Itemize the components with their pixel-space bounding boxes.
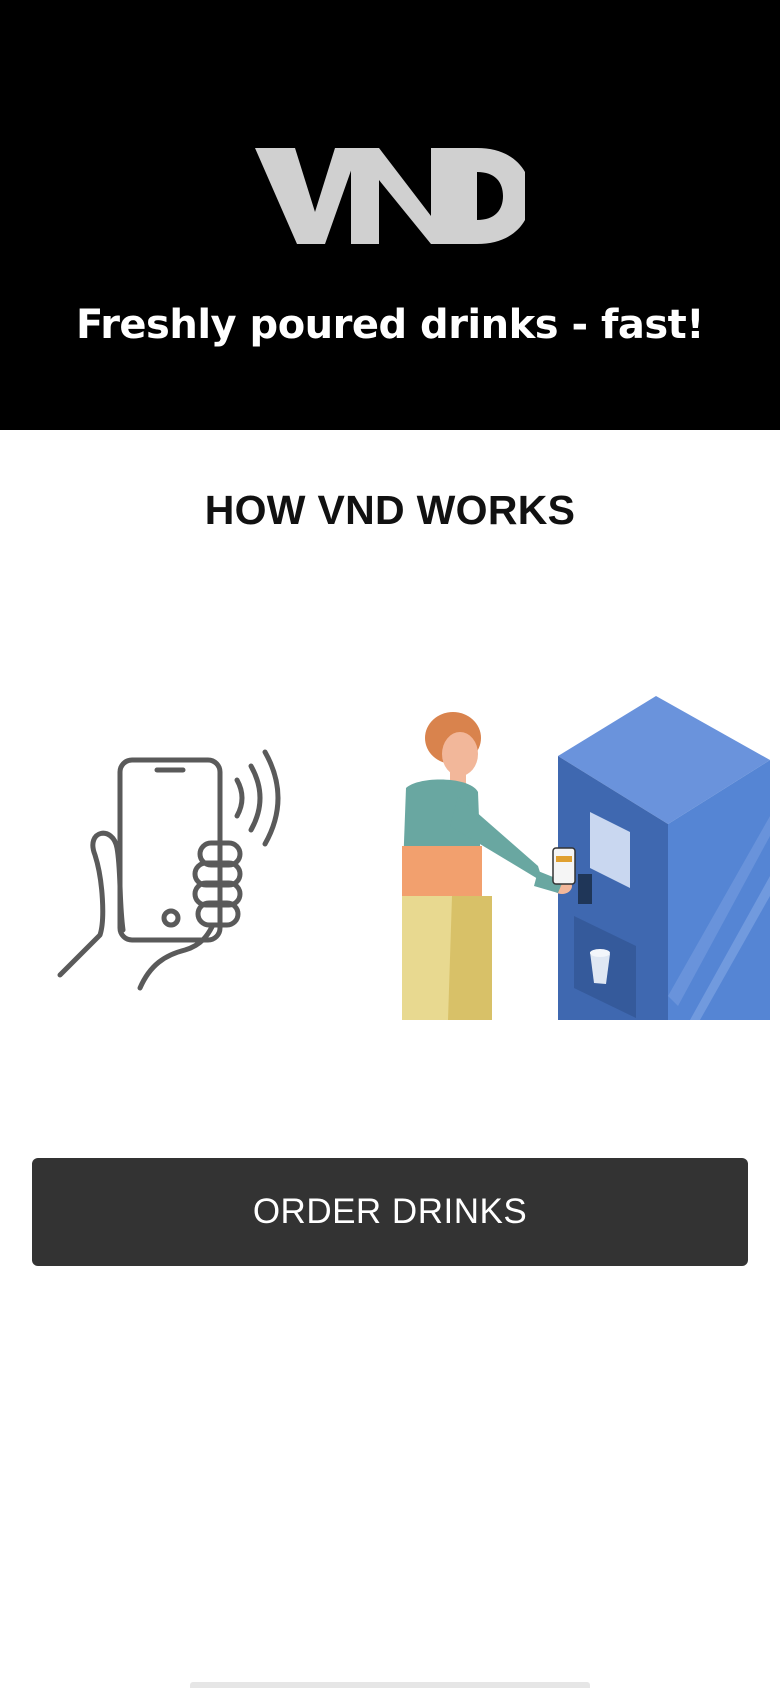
vending-machine-illustration [398,696,770,1020]
order-drinks-button[interactable]: ORDER DRINKS [32,1158,748,1266]
home-indicator [190,1682,590,1688]
hero-header: Freshly poured drinks - fast! [0,0,780,430]
app-screen: Freshly poured drinks - fast! HOW VND WO… [0,0,780,1688]
how-it-works-title: HOW VND WORKS [204,487,576,533]
tagline: Freshly poured drinks - fast! [75,302,705,348]
vnd-logo [255,140,525,252]
contactless-phone-icon [55,730,295,995]
